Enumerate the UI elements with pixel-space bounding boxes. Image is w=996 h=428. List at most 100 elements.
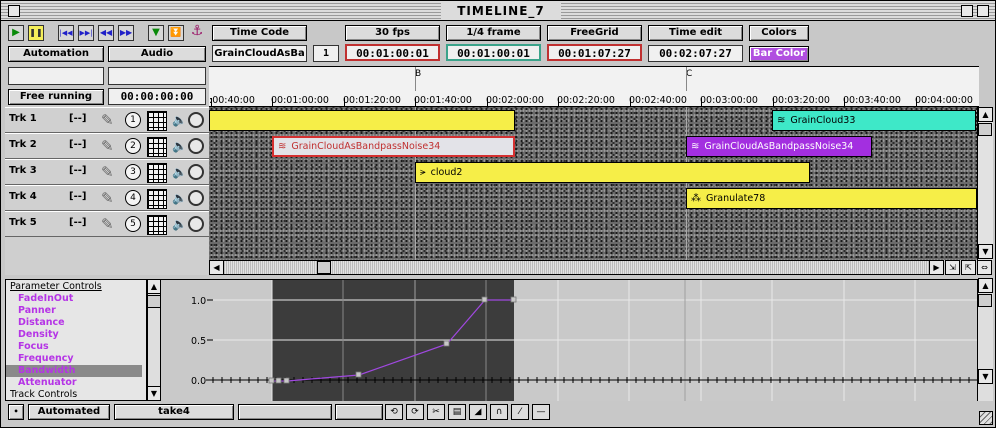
freegrid-button[interactable]: FreeGrid (547, 25, 642, 41)
audio-button[interactable]: Audio (108, 46, 206, 62)
current-time-field[interactable]: 00:01:00:01 (446, 44, 541, 61)
resize-grip[interactable] (979, 411, 993, 425)
collapse-box[interactable] (977, 5, 989, 17)
paste-icon[interactable]: ▤ (448, 404, 466, 420)
track-header-2[interactable]: Trk 2 [--] ✎ 2 🔈 (5, 133, 209, 159)
time-code-button[interactable]: Time Code (212, 25, 307, 41)
volume-knob-icon[interactable] (188, 138, 204, 154)
track-header-5[interactable]: Trk 5 [--] ✎ 5 🔈 (5, 211, 209, 237)
clip-cloud2[interactable]: ⪫ cloud2 (415, 162, 810, 183)
clip-graincloud33[interactable]: ≋ GrainCloud33 (772, 110, 976, 131)
volume-knob-icon[interactable] (188, 216, 204, 232)
parameter-item[interactable]: Density (18, 329, 59, 341)
fps-button[interactable]: 30 fps (345, 25, 440, 41)
small-toggle-button[interactable]: • (8, 404, 24, 420)
automated-button[interactable]: Automated (28, 404, 110, 420)
speaker-icon[interactable]: 🔈 (172, 191, 187, 205)
automation-graph[interactable]: 1.0 0.5 0.0 (161, 279, 977, 401)
parameter-item[interactable]: Attenuator (18, 377, 77, 389)
scroll-left-icon[interactable]: ◀ (209, 260, 224, 275)
scroll-down-icon[interactable]: ▼ (978, 244, 993, 259)
track-header-1[interactable]: Trk 1 [--] ✎ 1 🔈 (5, 107, 209, 133)
scissors-icon[interactable]: ✂ (427, 404, 445, 420)
scroll-thumb[interactable] (147, 295, 161, 308)
clip-track1-a[interactable] (209, 110, 515, 131)
time-edit-button[interactable]: Time edit (648, 25, 743, 41)
speaker-icon[interactable]: 🔈 (172, 165, 187, 179)
automation-graph-svg[interactable]: 1.0 0.5 0.0 (161, 280, 977, 401)
grid-icon[interactable] (147, 163, 167, 183)
ramp-icon[interactable]: ⁄ (511, 404, 529, 420)
double-down-arrow-icon[interactable]: ⏬ (168, 25, 184, 41)
track-number-field[interactable]: 1 (313, 45, 339, 62)
clip-graincloud-bandpass-2[interactable]: ≋ GrainCloudAsBandpassNoise34 (686, 136, 872, 157)
step-back-icon[interactable]: ◀◀ (98, 25, 114, 41)
automation-button[interactable]: Automation (8, 46, 104, 62)
bar-color-button[interactable]: Bar Color (749, 46, 809, 62)
automation-point[interactable] (283, 377, 290, 384)
frame-button[interactable]: 1/4 frame (446, 25, 541, 41)
zoom-in-icon[interactable]: ⇲ (945, 260, 960, 275)
edit-pen-icon[interactable]: ✎ (101, 111, 114, 129)
scroll-right-icon[interactable]: ▶ (929, 260, 944, 275)
parameter-item-selected[interactable]: Bandwidth (6, 365, 142, 377)
track-number-badge[interactable]: 4 (125, 190, 141, 206)
track-header-3[interactable]: Trk 3 [--] ✎ 3 🔈 (5, 159, 209, 185)
loop-icon[interactable]: ⟲ (385, 404, 403, 420)
track-header-4[interactable]: Trk 4 [--] ✎ 4 🔈 (5, 185, 209, 211)
zoom-out-icon[interactable]: ⇱ (961, 260, 976, 275)
grid-icon[interactable] (147, 189, 167, 209)
duration-field[interactable]: 00:02:07:27 (648, 45, 743, 62)
bottom-field-2[interactable] (335, 404, 383, 420)
scroll-down-icon[interactable]: ▼ (978, 369, 993, 384)
automation-point[interactable] (443, 340, 450, 347)
track-controls-header[interactable]: Track Controls (10, 389, 77, 400)
h-scroll-thumb[interactable] (317, 261, 331, 274)
parameter-item[interactable]: Frequency (18, 353, 74, 365)
step-forward-icon[interactable]: ▶▶ (118, 25, 134, 41)
zoom-fit-icon[interactable]: ⇔ (977, 260, 992, 275)
anchor-icon[interactable]: ⚓ (189, 23, 205, 39)
speaker-icon[interactable]: 🔈 (172, 139, 187, 153)
grid-icon[interactable] (147, 215, 167, 235)
speaker-icon[interactable]: 🔈 (172, 217, 187, 231)
timeline-tracks[interactable]: ≋ GrainCloud33 ≋ GrainCloudAsBandpassNoise… (209, 107, 977, 260)
graph-scrollbar[interactable]: ▲ ▼ (977, 278, 993, 401)
scroll-up-icon[interactable]: ▲ (978, 107, 993, 122)
parameter-item[interactable]: Panner (18, 305, 56, 317)
edit-pen-icon[interactable]: ✎ (101, 163, 114, 181)
play-icon[interactable]: ▶ (8, 25, 24, 41)
tracks-vertical-scrollbar[interactable]: ▲ ▼ (977, 107, 993, 260)
parameter-header[interactable]: Parameter Controls (10, 281, 102, 293)
scroll-up-icon[interactable]: ▲ (978, 278, 993, 293)
automation-point[interactable] (355, 371, 362, 378)
flat-line-icon[interactable]: — (532, 404, 550, 420)
time-ruler[interactable]: B C :00:40:00 00:01:00:00 00:01:20:00 00… (209, 66, 979, 107)
cycle-icon[interactable]: ⟳ (406, 404, 424, 420)
clip-graincloud-bandpass-1[interactable]: ≋ GrainCloudAsBandpassNoise34 (272, 136, 515, 157)
ramp-up-icon[interactable]: ◢ (469, 404, 487, 420)
start-time-field[interactable]: 00:01:00:01 (345, 44, 440, 61)
grid-icon[interactable] (147, 111, 167, 131)
grid-icon[interactable] (147, 137, 167, 157)
selected-clip-name[interactable]: GrainCloudAsBa (212, 45, 307, 62)
edit-pen-icon[interactable]: ✎ (101, 137, 114, 155)
parameter-item[interactable]: FadeInOut (18, 293, 73, 305)
curve-icon[interactable]: ∩ (490, 404, 508, 420)
track-number-badge[interactable]: 5 (125, 216, 141, 232)
clip-granulate78[interactable]: ⁂ Granulate78 (686, 188, 977, 209)
automation-point[interactable] (510, 296, 517, 303)
speaker-icon[interactable]: 🔈 (172, 113, 187, 127)
scroll-thumb[interactable] (978, 294, 992, 307)
parameter-list[interactable]: Parameter Controls FadeInOut Panner Dist… (5, 279, 147, 401)
tracks-horizontal-scrollbar[interactable]: ◀ (209, 260, 929, 275)
scroll-up-icon[interactable]: ▲ (147, 279, 161, 294)
parameter-item[interactable]: Focus (18, 341, 49, 353)
parameter-item[interactable]: Distance (18, 317, 65, 329)
close-box[interactable] (8, 5, 20, 17)
end-time-field[interactable]: 00:01:07:27 (547, 44, 642, 61)
scroll-thumb[interactable] (978, 123, 992, 136)
edit-pen-icon[interactable]: ✎ (101, 215, 114, 233)
track-number-badge[interactable]: 3 (125, 164, 141, 180)
automation-point[interactable] (275, 377, 282, 384)
